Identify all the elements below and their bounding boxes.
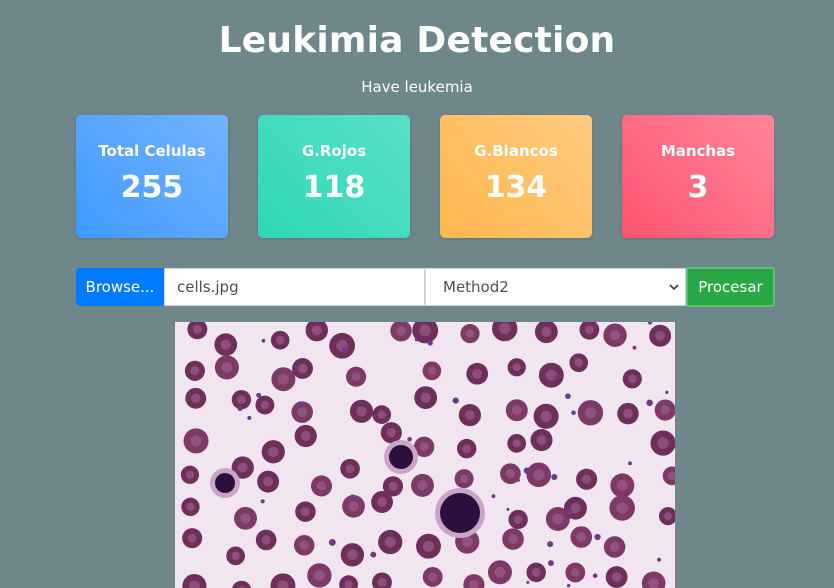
page-title: Leukimia Detection <box>218 20 616 61</box>
stat-value: 118 <box>302 170 366 205</box>
stat-card-stains: Manchas 3 <box>622 115 774 238</box>
detection-result: Have leukemia <box>361 78 473 96</box>
stat-card-white-cells: G.Blancos 134 <box>440 115 592 238</box>
stat-card-total-cells: Total Celulas 255 <box>76 115 228 238</box>
stat-value: 3 <box>687 170 709 205</box>
stat-value: 255 <box>120 170 184 205</box>
chevron-down-icon <box>669 284 679 291</box>
file-name-field[interactable]: cells.jpg <box>164 268 425 306</box>
stat-card-red-cells: G.Rojos 118 <box>258 115 410 238</box>
stat-label: G.Blancos <box>474 142 558 160</box>
method-selected-value: Method2 <box>443 278 509 296</box>
stat-label: Manchas <box>660 142 736 160</box>
stat-label: Total Celulas <box>98 142 206 160</box>
method-select[interactable]: Method2 <box>425 268 686 306</box>
stat-value: 134 <box>484 170 548 205</box>
process-button[interactable]: Procesar <box>686 267 775 307</box>
browse-button[interactable]: Browse... <box>76 268 164 306</box>
stat-label: G.Rojos <box>301 142 367 160</box>
blood-smear-image <box>175 322 675 588</box>
